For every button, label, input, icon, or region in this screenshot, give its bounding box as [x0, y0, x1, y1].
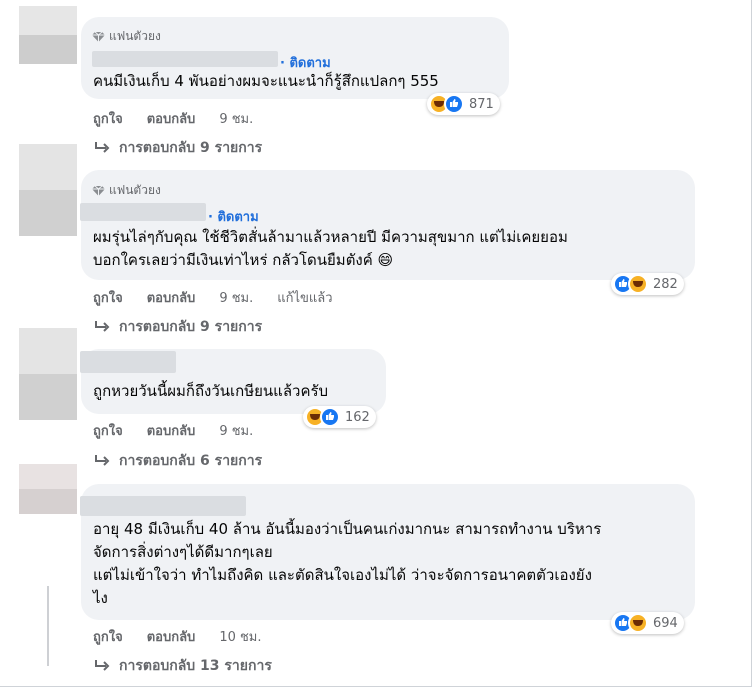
author-name[interactable]	[80, 351, 176, 373]
diamond-icon	[92, 31, 105, 42]
author-name[interactable]	[92, 51, 278, 67]
comment-text: คนมีเงินเก็บ 4 พันอย่างผมจะแนะนำก็รู้สึก…	[93, 72, 439, 90]
badge-label: แฟนตัวยง	[109, 183, 161, 197]
timestamp[interactable]: 9 ชม.	[219, 108, 253, 129]
comment-actions: ถูกใจ ตอบกลับ 9 ชม.	[93, 108, 277, 129]
timestamp[interactable]: 9 ชม.	[219, 287, 253, 308]
reply-button[interactable]: ตอบกลับ	[147, 287, 196, 308]
view-replies-link[interactable]: การตอบกลับ 13 รายการ	[93, 655, 272, 677]
reply-button[interactable]: ตอบกลับ	[147, 108, 196, 129]
replies-label: การตอบกลับ 6 รายการ	[119, 453, 263, 469]
badge-label: แฟนตัวยง	[109, 29, 161, 43]
reply-button[interactable]: ตอบกลับ	[147, 420, 196, 441]
replies-label: การตอบกลับ 13 รายการ	[119, 658, 272, 674]
reaction-summary[interactable]: 694	[611, 612, 684, 634]
reaction-count: 694	[653, 615, 678, 631]
reply-arrow-icon	[95, 142, 110, 153]
comment-actions: ถูกใจ ตอบกลับ 10 ชม.	[93, 626, 286, 647]
haha-reaction-icon	[628, 613, 648, 633]
top-fan-badge: แฟนตัวยง	[92, 27, 161, 46]
timestamp[interactable]: 10 ชม.	[219, 626, 261, 647]
replies-label: การตอบกลับ 9 รายการ	[119, 319, 263, 335]
like-reaction-icon	[320, 407, 340, 427]
avatar[interactable]	[19, 6, 77, 64]
like-button[interactable]: ถูกใจ	[93, 626, 123, 647]
view-replies-link[interactable]: การตอบกลับ 9 รายการ	[93, 316, 262, 338]
like-button[interactable]: ถูกใจ	[93, 287, 123, 308]
comment-text: อายุ 48 มีเงินเก็บ 40 ล้าน อันนี้มองว่าเ…	[93, 520, 602, 607]
view-replies-link[interactable]: การตอบกลับ 9 รายการ	[93, 137, 262, 159]
comment-actions: ถูกใจ ตอบกลับ 9 ชม.	[93, 420, 277, 441]
haha-reaction-icon	[628, 274, 648, 294]
view-replies-link[interactable]: การตอบกลับ 6 รายการ	[93, 450, 262, 472]
comment-text: ผมรุ่นไล่ๆกับคุณ ใช้ชีวิตสั่นล้ามาแล้วหล…	[93, 228, 568, 269]
like-reaction-icon	[444, 94, 464, 114]
diamond-icon	[92, 185, 105, 196]
avatar[interactable]	[19, 144, 77, 236]
comment-text: ถูกหวยวันนี้ผมก็ถึงวันเกษียนแล้วครับ	[93, 382, 329, 400]
author-name[interactable]	[80, 496, 246, 516]
edited-label[interactable]: แก้ไขแล้ว	[277, 287, 332, 308]
reaction-summary[interactable]: 162	[303, 406, 376, 428]
reply-arrow-icon	[95, 660, 110, 671]
timestamp[interactable]: 9 ชม.	[219, 420, 253, 441]
reaction-count: 162	[345, 409, 370, 425]
avatar[interactable]	[19, 464, 77, 514]
reply-arrow-icon	[95, 321, 110, 332]
reaction-summary[interactable]: 282	[611, 273, 684, 295]
like-button[interactable]: ถูกใจ	[93, 420, 123, 441]
like-button[interactable]: ถูกใจ	[93, 108, 123, 129]
replies-label: การตอบกลับ 9 รายการ	[119, 140, 263, 156]
reaction-summary[interactable]: 871	[427, 93, 500, 115]
reaction-count: 282	[653, 276, 678, 292]
thread-line	[47, 586, 49, 666]
avatar[interactable]	[19, 328, 77, 420]
top-fan-badge: แฟนตัวยง	[92, 181, 161, 200]
comment-actions: ถูกใจ ตอบกลับ 9 ชม. แก้ไขแล้ว	[93, 287, 357, 308]
reply-arrow-icon	[95, 455, 110, 466]
author-name[interactable]	[80, 203, 206, 221]
reply-button[interactable]: ตอบกลับ	[147, 626, 196, 647]
follow-link[interactable]: · ติดตาม	[208, 206, 259, 227]
reaction-count: 871	[469, 96, 494, 112]
